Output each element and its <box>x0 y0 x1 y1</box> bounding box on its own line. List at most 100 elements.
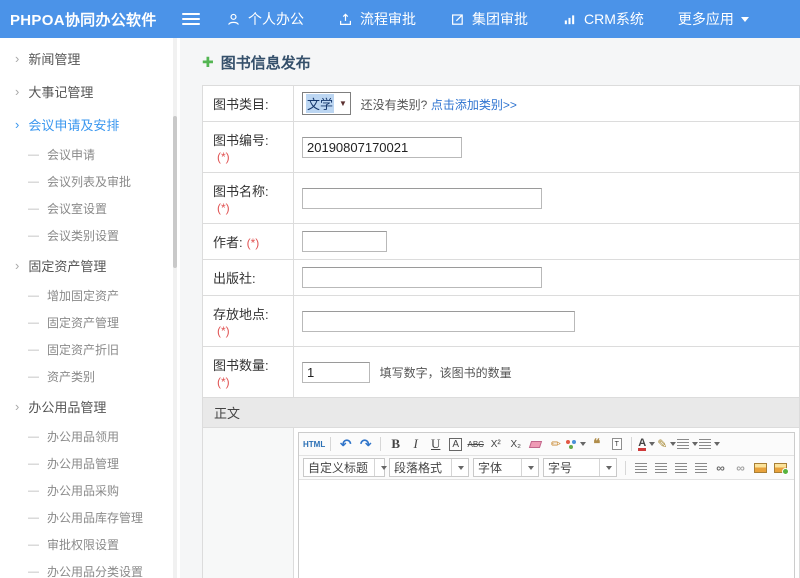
sidebar-item-3-2[interactable]: —固定资产折旧 <box>0 336 180 363</box>
ordered-list-button[interactable] <box>677 435 698 453</box>
sidebar-group-2[interactable]: ›会议申请及安排 <box>0 108 180 141</box>
sidebar-item-3-3[interactable]: —资产类别 <box>0 363 180 390</box>
align-justify-button[interactable] <box>691 459 710 477</box>
insert-image-button[interactable] <box>771 459 790 477</box>
superscript-button[interactable]: X² <box>486 435 505 453</box>
sidebar-item-label: 会议列表及审批 <box>47 173 131 190</box>
html-source-icon: HTML <box>303 440 325 449</box>
underline-icon: U <box>431 436 440 452</box>
color-palette-button[interactable] <box>566 435 586 453</box>
sidebar-item-2-1[interactable]: —会议列表及审批 <box>0 168 180 195</box>
add-category-link[interactable]: 点击添加类别>> <box>431 98 517 112</box>
nav-item-4[interactable]: 更多应用 <box>678 9 749 29</box>
unordered-list-button[interactable] <box>699 435 720 453</box>
insert-image-icon <box>774 463 787 473</box>
sidebar-item-4-5[interactable]: —办公用品分类设置 <box>0 558 180 578</box>
paragraph-format-select[interactable]: 段落格式 <box>389 458 469 477</box>
required-mark: (*) <box>217 150 230 164</box>
align-right-button[interactable] <box>671 459 690 477</box>
page-title-text: 图书信息发布 <box>221 52 311 73</box>
book-name-input[interactable] <box>302 188 542 209</box>
editor-toolbar-row1: HTML↶↷BIUAABCX²X₂✏❝A✎ <box>299 433 794 456</box>
eraser-button[interactable] <box>526 435 545 453</box>
align-left-button[interactable] <box>631 459 650 477</box>
blockquote-button[interactable]: ❝ <box>587 435 606 453</box>
quantity-input[interactable] <box>302 362 370 383</box>
nav-item-3[interactable]: CRM系统 <box>562 9 644 29</box>
location-input[interactable] <box>302 311 575 332</box>
unlink-icon: ∞ <box>736 461 745 475</box>
sidebar-item-2-2[interactable]: —会议室设置 <box>0 195 180 222</box>
nav-item-label: 流程审批 <box>360 9 416 29</box>
font-size-select[interactable]: 字号 <box>543 458 617 477</box>
sidebar-item-label: 办公用品管理 <box>47 455 119 472</box>
unlink-button[interactable]: ∞ <box>731 459 750 477</box>
sidebar-item-3-1[interactable]: —固定资产管理 <box>0 309 180 336</box>
nav-item-2[interactable]: 集团审批 <box>450 9 528 29</box>
sidebar-item-4-1[interactable]: —办公用品管理 <box>0 450 180 477</box>
author-input[interactable] <box>302 231 387 252</box>
eraser-icon <box>529 441 542 448</box>
nav-item-0[interactable]: 个人办公 <box>226 9 304 29</box>
publisher-input[interactable] <box>302 267 542 288</box>
custom-style-select[interactable]: 自定义标题 <box>303 458 385 477</box>
dash-icon: — <box>28 371 39 383</box>
strikethrough-icon: ABC <box>467 440 483 449</box>
link-button[interactable]: ∞ <box>711 459 730 477</box>
link-icon: ∞ <box>716 461 725 475</box>
italic-button[interactable]: I <box>406 435 425 453</box>
subscript-button[interactable]: X₂ <box>506 435 525 453</box>
sidebar-item-3-0[interactable]: — 增加固定资产 <box>0 282 180 309</box>
sidebar-group-3[interactable]: › 固定资产管理 <box>0 249 180 282</box>
font-box-button[interactable]: A <box>446 435 465 453</box>
nav-item-1[interactable]: 流程审批 <box>338 9 416 29</box>
sidebar-item-2-0[interactable]: —会议申请 <box>0 141 180 168</box>
font-color-icon: A <box>638 438 646 451</box>
redo-icon: ↷ <box>360 436 372 453</box>
paragraph-format-select-value: 段落格式 <box>394 459 442 476</box>
add-icon: ✚ <box>202 54 214 71</box>
sidebar-scrollbar-thumb[interactable] <box>173 116 177 268</box>
sidebar-item-4-0[interactable]: —办公用品领用 <box>0 423 180 450</box>
sidebar-item-4-2[interactable]: —办公用品采购 <box>0 477 180 504</box>
undo-button[interactable]: ↶ <box>336 435 355 453</box>
html-source-button[interactable]: HTML <box>303 435 325 453</box>
sidebar-group-0[interactable]: ›新闻管理 <box>0 42 180 75</box>
redo-button[interactable]: ↷ <box>356 435 375 453</box>
align-center-button[interactable] <box>651 459 670 477</box>
align-center-icon <box>655 463 667 473</box>
align-left-icon <box>635 463 647 473</box>
strikethrough-button[interactable]: ABC <box>466 435 485 453</box>
bold-button[interactable]: B <box>386 435 405 453</box>
font-family-select[interactable]: 字体 <box>473 458 539 477</box>
align-justify-icon <box>695 463 707 473</box>
format-brush-button[interactable]: ✏ <box>546 435 565 453</box>
toolbar-separator <box>625 461 626 475</box>
align-right-icon <box>675 463 687 473</box>
sidebar-group-label: 固定资产管理 <box>28 256 106 275</box>
sidebar-item-4-3[interactable]: —办公用品库存管理 <box>0 504 180 531</box>
editor-content-area[interactable] <box>299 480 794 578</box>
underline-button[interactable]: U <box>426 435 445 453</box>
sidebar-item-2-3[interactable]: —会议类别设置 <box>0 222 180 249</box>
sidebar-group-label: 办公用品管理 <box>28 397 106 416</box>
sidebar-group-4[interactable]: ›办公用品管理 <box>0 390 180 423</box>
required-mark: (*) <box>217 201 230 215</box>
dash-icon: — <box>28 149 39 161</box>
sidebar-item-4-4[interactable]: —审批权限设置 <box>0 531 180 558</box>
book-no-input[interactable] <box>302 137 462 158</box>
hamburger-menu-icon[interactable] <box>182 13 200 25</box>
dash-icon: — <box>28 290 39 302</box>
required-mark: (*) <box>217 375 230 389</box>
sidebar-item-label: 增加固定资产 <box>47 287 119 304</box>
font-color-button[interactable]: A <box>637 435 656 453</box>
sidebar-group-1[interactable]: ›大事记管理 <box>0 75 180 108</box>
image-button[interactable] <box>751 459 770 477</box>
form-row-body-header: 正文 <box>203 398 800 428</box>
paste-text-button[interactable] <box>607 435 626 453</box>
highlight-color-button[interactable]: ✎ <box>657 435 676 453</box>
editor-toolbar-row2: 自定义标题段落格式 字体字号 ∞ ∞ <box>299 456 794 480</box>
chevron-right-icon: › <box>15 259 19 272</box>
sidebar-item-label: 固定资产管理 <box>47 314 119 331</box>
category-select[interactable]: 文学▼ <box>302 92 351 115</box>
